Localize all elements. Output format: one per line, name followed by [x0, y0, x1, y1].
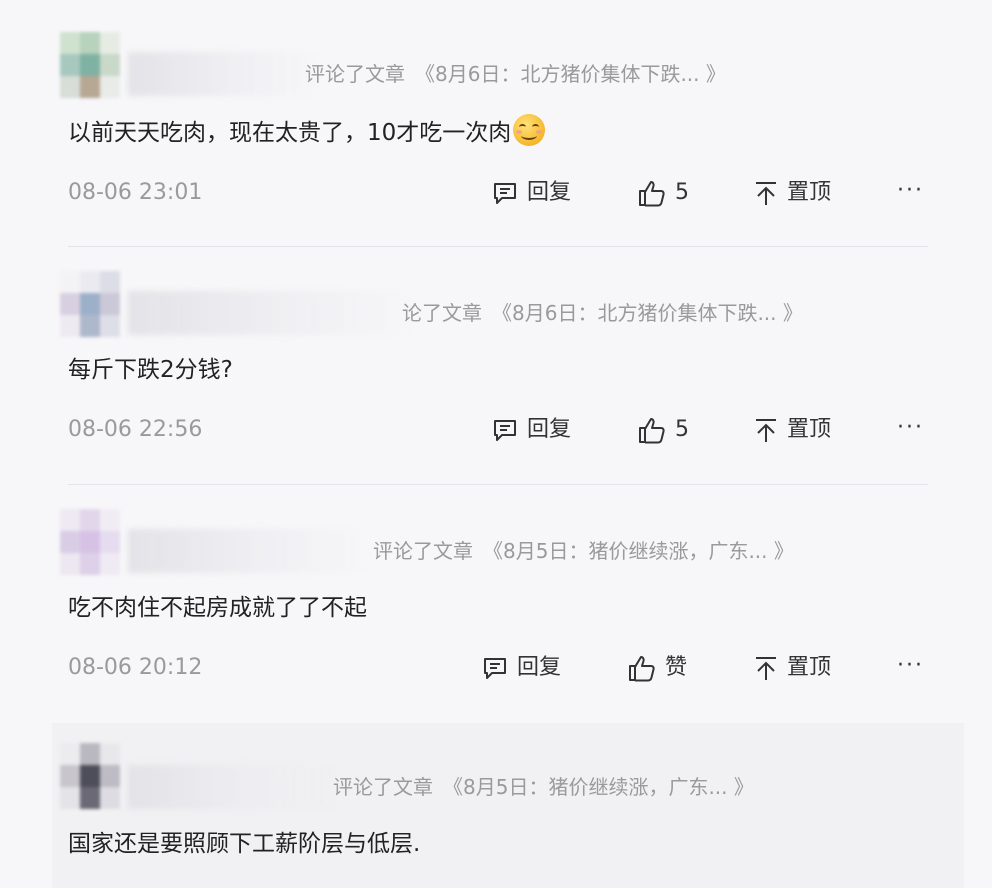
comment-text: 吃不肉住不起房成就了了不起 [68, 591, 367, 625]
reply-button[interactable]: 回复 [491, 415, 571, 445]
pin-top-icon [756, 419, 776, 442]
reply-button[interactable]: 回复 [491, 178, 571, 208]
username[interactable] [128, 529, 368, 573]
article-link[interactable]: 《8月6日：北方猪价集体下跌... 》 [492, 301, 803, 325]
article-link[interactable]: 《8月5日：猪价继续涨，广东... 》 [483, 539, 794, 563]
more-options-button[interactable]: ··· [897, 413, 924, 443]
more-options-button[interactable]: ··· [897, 651, 924, 681]
thumbs-up-icon [639, 418, 665, 444]
like-button[interactable]: 赞 [627, 653, 687, 683]
like-label: 赞 [665, 655, 688, 680]
article-link[interactable]: 《8月5日：猪价继续涨，广东... 》 [443, 775, 754, 799]
reply-label: 回复 [527, 417, 572, 442]
comment-text: 每斤下跌2分钱? [68, 353, 233, 387]
comment-time: 08-06 22:56 [68, 417, 203, 442]
comment-time: 08-06 20:12 [68, 655, 203, 680]
comment-text: 以前天天吃肉，现在太贵了，10才吃一次肉 [68, 114, 546, 150]
smiling-blush-emoji-icon [513, 114, 546, 146]
thumbs-up-icon [639, 181, 665, 207]
username[interactable] [128, 765, 338, 809]
reply-button[interactable]: 回复 [481, 653, 561, 683]
pin-button[interactable]: 置顶 [753, 415, 831, 445]
avatar[interactable] [60, 743, 120, 809]
pin-top-icon [756, 182, 776, 205]
meta-prefix: 评论了文章 [333, 775, 433, 799]
avatar[interactable] [60, 509, 120, 575]
comment-text: 国家还是要照顾下工薪阶层与低层. [68, 827, 420, 861]
comment-meta: 论了文章 《8月6日：北方猪价集体下跌... 》 [402, 299, 803, 327]
pin-button[interactable]: 置顶 [753, 178, 831, 208]
comment-body: 以前天天吃肉，现在太贵了，10才吃一次肉 [68, 120, 512, 146]
comment-body: 每斤下跌2分钱? [68, 357, 233, 383]
comment-item: 评论了文章 《8月5日：猪价继续涨，广东... 》 吃不肉住不起房成就了了不起 0… [0, 485, 992, 723]
like-count: 5 [675, 180, 689, 205]
comment-bubble-icon [484, 658, 506, 679]
comment-item: 论了文章 《8月6日：北方猪价集体下跌... 》 每斤下跌2分钱? 08-06 2… [0, 247, 992, 485]
username[interactable] [128, 52, 318, 96]
reply-label: 回复 [527, 180, 572, 205]
comment-meta: 评论了文章 《8月6日：北方猪价集体下跌... 》 [305, 60, 726, 88]
thumbs-up-icon [629, 656, 655, 682]
pin-top-icon [756, 657, 776, 680]
article-link[interactable]: 《8月6日：北方猪价集体下跌... 》 [415, 62, 726, 86]
comment-bubble-icon [494, 420, 516, 441]
like-button[interactable]: 5 [637, 178, 689, 208]
reply-label: 回复 [517, 655, 562, 680]
meta-prefix: 评论了文章 [373, 539, 473, 563]
comment-bubble-icon [494, 183, 516, 204]
avatar[interactable] [60, 32, 120, 98]
like-count: 5 [675, 417, 689, 442]
comment-body: 国家还是要照顾下工薪阶层与低层. [68, 831, 421, 857]
pin-label: 置顶 [787, 655, 832, 680]
meta-prefix: 论了文章 [402, 301, 482, 325]
meta-prefix: 评论了文章 [305, 62, 405, 86]
avatar[interactable] [60, 271, 120, 337]
pin-button[interactable]: 置顶 [753, 653, 831, 683]
comment-item: 评论了文章 《8月6日：北方猪价集体下跌... 》 以前天天吃肉，现在太贵了，10… [0, 0, 992, 246]
comment-body: 吃不肉住不起房成就了了不起 [68, 595, 367, 621]
comment-time: 08-06 23:01 [68, 180, 203, 205]
more-options-button[interactable]: ··· [897, 176, 924, 206]
pin-label: 置顶 [787, 180, 832, 205]
comment-meta: 评论了文章 《8月5日：猪价继续涨，广东... 》 [333, 773, 754, 801]
comment-meta: 评论了文章 《8月5日：猪价继续涨，广东... 》 [373, 537, 794, 565]
comment-item: 评论了文章 《8月5日：猪价继续涨，广东... 》 国家还是要照顾下工薪阶层与低层… [0, 723, 992, 888]
pin-label: 置顶 [787, 417, 832, 442]
like-button[interactable]: 5 [637, 415, 689, 445]
username[interactable] [128, 291, 413, 335]
